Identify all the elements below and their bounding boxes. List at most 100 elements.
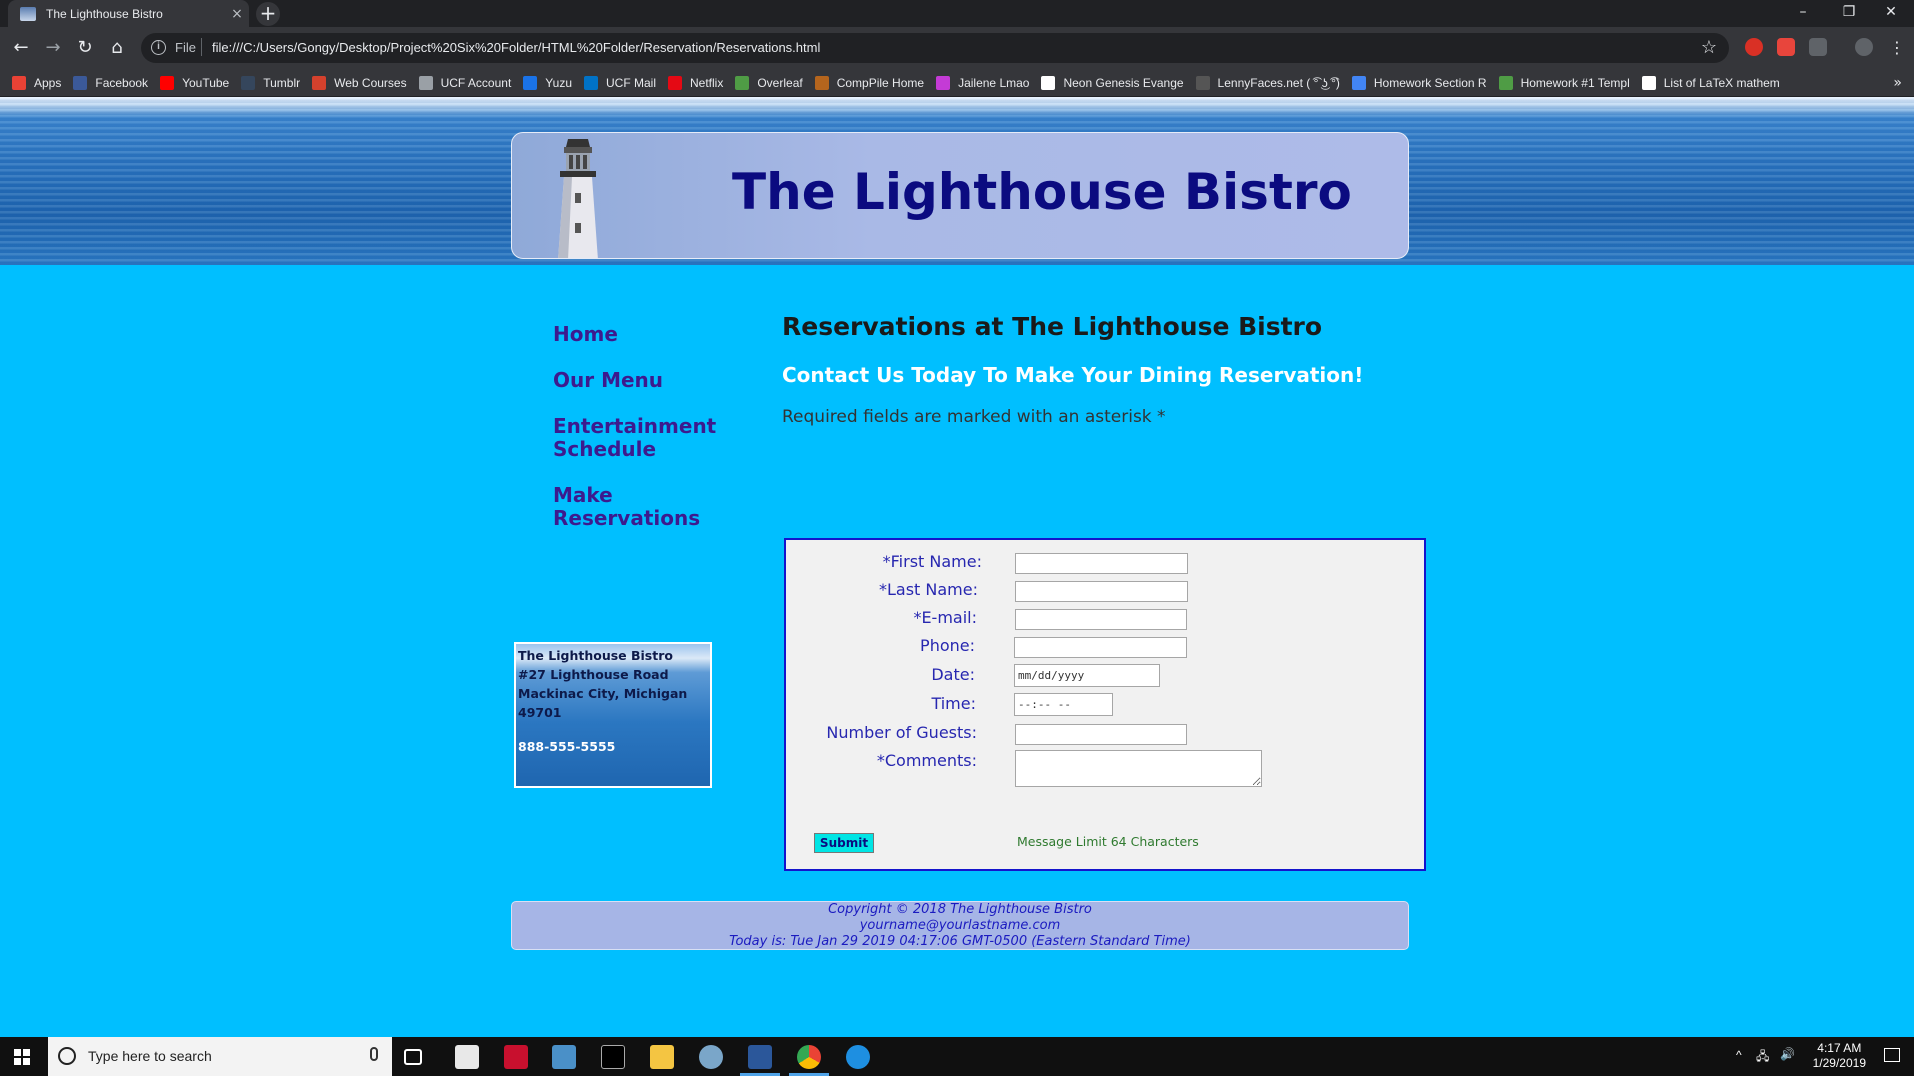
reload-icon[interactable]: ↻ [73, 36, 97, 60]
network-icon[interactable]: 🖧 [1756, 1047, 1769, 1076]
bookmark-item[interactable]: Homework #1 Templ [1498, 76, 1630, 90]
address-box: The Lighthouse Bistro #27 Lighthouse Roa… [514, 642, 712, 788]
notifications-icon[interactable] [1884, 1048, 1900, 1062]
extension-mail-icon[interactable] [1777, 38, 1795, 56]
network-app-icon[interactable] [552, 1045, 576, 1069]
minimize-button[interactable]: – [1780, 0, 1826, 27]
footer-copyright: Copyright © 2018 The Lighthouse Bistro [828, 902, 1092, 917]
address-name: The Lighthouse Bistro [518, 648, 673, 663]
bookmark-item[interactable]: CompPile Home [814, 76, 924, 90]
bookmark-item[interactable]: Tumblr [241, 76, 300, 90]
first-name-input[interactable] [1015, 553, 1188, 574]
volume-icon[interactable]: 🔊 [1780, 1047, 1795, 1076]
terminal-icon[interactable] [601, 1045, 625, 1069]
overleaf-icon [1498, 76, 1513, 90]
flash-app-icon[interactable] [504, 1045, 528, 1069]
bookmark-item[interactable]: Neon Genesis Evange [1041, 76, 1184, 90]
omnibox-divider [201, 38, 202, 56]
new-tab-button[interactable]: + [256, 2, 280, 26]
time-input[interactable]: --:-- -- [1014, 693, 1113, 716]
windows-start-icon[interactable] [14, 1049, 30, 1065]
microphone-icon[interactable] [370, 1047, 378, 1061]
bookmarks-overflow-icon[interactable]: » [1893, 75, 1902, 91]
mail-icon[interactable] [455, 1045, 479, 1069]
lighthouse-favicon-icon [20, 6, 36, 21]
tumblr-icon [241, 76, 256, 90]
first-name-label: *First Name: [882, 552, 982, 571]
submit-button[interactable]: Submit [814, 833, 874, 853]
bookmark-item[interactable]: Overleaf [735, 76, 803, 90]
site-footer: Copyright © 2018 The Lighthouse Bistro y… [511, 901, 1409, 950]
clock-time: 4:17 AM [1817, 1041, 1862, 1055]
task-view-icon[interactable] [404, 1049, 422, 1065]
comments-textarea[interactable] [1015, 750, 1262, 787]
last-name-input[interactable] [1015, 581, 1188, 602]
bookmark-label: LennyFaces.net ( ͡° ͜ʖ ͡°) [1217, 76, 1340, 90]
nav-home-link[interactable]: Home [553, 323, 753, 346]
address-bar[interactable]: i File file:///C:/Users/Gongy/Desktop/Pr… [141, 33, 1729, 63]
chrome-icon[interactable] [797, 1045, 821, 1069]
show-hidden-icons-chevron-icon[interactable]: ^ [1736, 1048, 1742, 1076]
close-window-button[interactable]: ✕ [1868, 0, 1914, 27]
page-icon [418, 76, 433, 90]
bookmark-item[interactable]: YouTube [160, 76, 229, 90]
bookmark-label: Tumblr [263, 76, 301, 90]
url-text[interactable]: file:///C:/Users/Gongy/Desktop/Project%2… [212, 40, 820, 55]
word-icon[interactable] [748, 1045, 772, 1069]
back-arrow-icon[interactable]: ← [9, 36, 33, 60]
bookmark-item[interactable]: LennyFaces.net ( ͡° ͜ʖ ͡°) [1195, 76, 1340, 90]
tab-close-icon[interactable]: × [225, 6, 249, 22]
jailene-icon [936, 76, 951, 90]
email-input[interactable] [1015, 609, 1187, 630]
bookmark-label: Netflix [690, 76, 724, 90]
bookmark-star-icon[interactable]: ☆ [1701, 37, 1717, 58]
bookmark-item[interactable]: Web Courses [312, 76, 407, 90]
cortana-icon[interactable] [58, 1047, 76, 1065]
bookmark-item[interactable]: Netflix [668, 76, 723, 90]
phone-input[interactable] [1014, 637, 1187, 658]
guests-label: Number of Guests: [826, 723, 977, 742]
site-title: The Lighthouse Bistro [732, 163, 1352, 221]
bookmark-item[interactable]: Yuzu [523, 76, 572, 90]
comments-label: *Comments: [876, 751, 977, 770]
taskbar-clock[interactable]: 4:17 AM 1/29/2019 [1813, 1041, 1866, 1071]
bookmark-item[interactable]: UCF Account [418, 76, 512, 90]
edge-icon[interactable] [846, 1045, 870, 1069]
guests-input[interactable] [1015, 724, 1187, 745]
nav-menu-link[interactable]: Our Menu [553, 369, 753, 392]
bookmark-label: UCF Mail [606, 76, 656, 90]
bookmark-item[interactable]: Facebook [73, 76, 148, 90]
page-subheading: Contact Us Today To Make Your Dining Res… [782, 363, 1364, 387]
file-explorer-icon[interactable] [650, 1045, 674, 1069]
bookmarks-bar: Apps Facebook YouTube Tumblr Web Courses UCF … [0, 70, 1914, 97]
netflix-icon [668, 76, 682, 90]
bookmark-item[interactable]: Jailene Lmao [936, 76, 1029, 90]
taskbar-search[interactable]: Type here to search [48, 1037, 392, 1076]
info-icon[interactable]: i [151, 40, 166, 55]
home-icon[interactable]: ⌂ [105, 36, 129, 60]
url-scheme: File [175, 40, 196, 55]
game-app-icon[interactable] [699, 1045, 723, 1069]
menu-kebab-icon[interactable]: ⋮ [1885, 36, 1909, 60]
site-header: The Lighthouse Bistro [511, 132, 1409, 259]
page-heading: Reservations at The Lighthouse Bistro [782, 312, 1323, 341]
bookmark-label: Homework Section R [1373, 76, 1487, 90]
nav-entertainment-link[interactable]: Entertainment Schedule [553, 415, 753, 461]
browser-tab[interactable]: The Lighthouse Bistro × [8, 0, 249, 27]
bookmark-item[interactable]: Homework Section R [1351, 76, 1487, 90]
date-input[interactable]: mm/dd/yyyy [1014, 664, 1160, 687]
restore-button[interactable]: ❐ [1826, 0, 1872, 27]
nav-reservations-link[interactable]: Make Reservations [553, 484, 753, 530]
comppile-icon [814, 76, 829, 90]
bookmark-label: UCF Account [440, 76, 512, 90]
profile-avatar-icon[interactable] [1855, 38, 1873, 56]
extension-u-icon[interactable] [1809, 38, 1827, 56]
date-label: Date: [931, 665, 975, 684]
bookmark-item[interactable]: Apps [12, 76, 61, 90]
taskbar-search-placeholder: Type here to search [88, 1048, 212, 1064]
extension-red-icon[interactable] [1745, 38, 1763, 56]
forward-arrow-icon[interactable]: → [41, 36, 65, 60]
bookmark-item[interactable]: List of LaTeX mathem [1641, 76, 1780, 90]
reservation-form: *First Name: *Last Name: *E-mail: Phone:… [784, 538, 1426, 871]
bookmark-item[interactable]: UCF Mail [584, 76, 656, 90]
